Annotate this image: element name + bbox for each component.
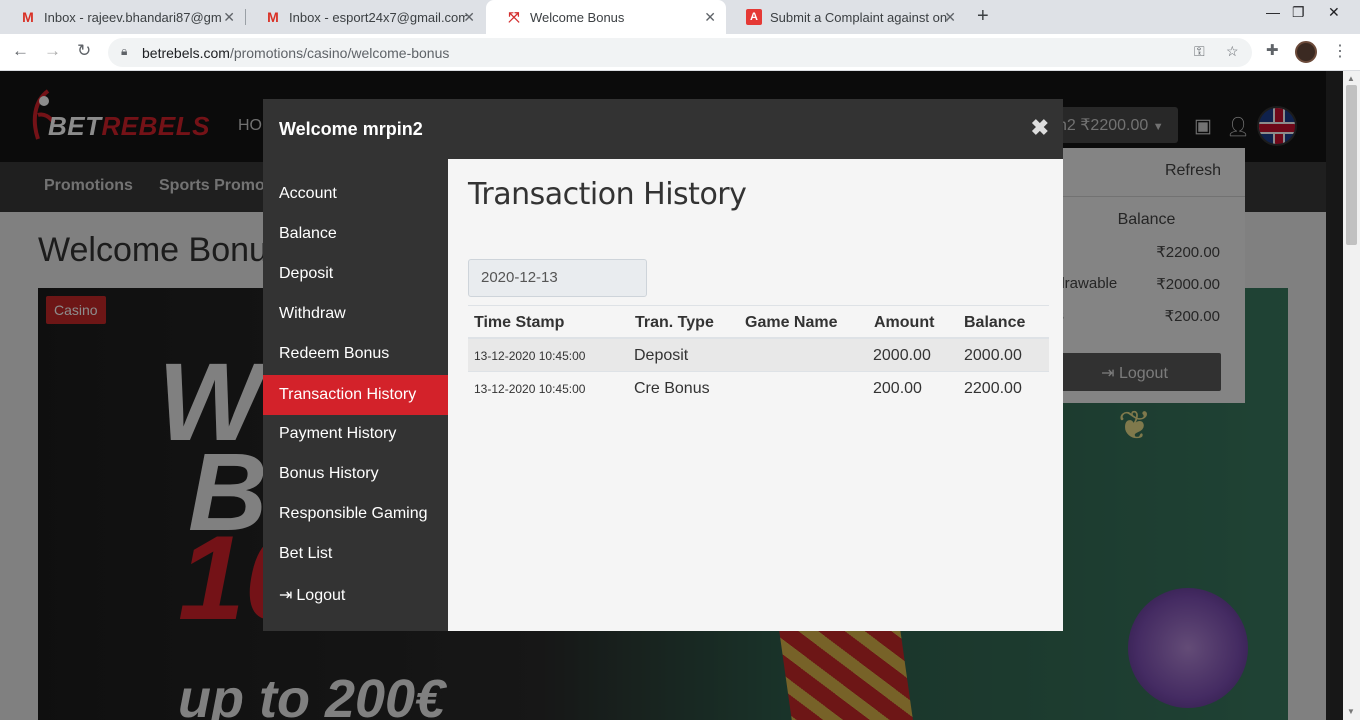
url-path: /promotions/casino/welcome-bonus <box>229 45 450 61</box>
menu-item-bet-list[interactable]: Bet List <box>263 534 448 574</box>
menu-item-withdraw[interactable]: Withdraw <box>263 294 448 334</box>
column-header: Amount <box>874 314 935 331</box>
cell-balance: 2200.00 <box>964 380 1022 397</box>
menu-item-logout[interactable]: ⇥ Logout <box>263 574 448 614</box>
tab-title: Inbox - esport24x7@gmail.com - Gmail <box>289 9 467 25</box>
gmail-icon: M <box>267 9 279 25</box>
menu-item-transaction-history[interactable]: Transaction History <box>263 375 448 415</box>
tab-title: Welcome Bonus <box>530 9 625 25</box>
column-header: Tran. Type <box>635 314 714 331</box>
browser-tab-welcome-bonus[interactable]: ⤧ Welcome Bonus ✕ <box>486 0 726 34</box>
betrebels-icon: ⤧ <box>508 8 520 25</box>
browser-toolbar: ← → ↻ 🔒︎ betrebels.com/promotions/casino… <box>0 34 1360 71</box>
page-scrollbar[interactable]: ▲ ▼ <box>1343 71 1360 720</box>
modal-content: Transaction History 2020-12-13 Time Stam… <box>448 159 1063 631</box>
table-header: Time Stamp Tran. Type Game Name Amount B… <box>468 305 1049 339</box>
close-icon[interactable]: ✕ <box>463 9 475 26</box>
cell-amount: 200.00 <box>873 380 922 397</box>
column-header: Time Stamp <box>474 314 565 331</box>
reload-icon[interactable]: ↻ <box>77 41 91 61</box>
cell-balance: 2000.00 <box>964 347 1022 364</box>
browser-tab-complaint[interactable]: A Submit a Complaint against online casi… <box>726 0 966 34</box>
column-header: Game Name <box>745 314 838 331</box>
logout-icon: ⇥ <box>279 587 293 604</box>
menu-item-payment-history[interactable]: Payment History <box>263 414 448 454</box>
address-bar[interactable]: 🔒︎ betrebels.com/promotions/casino/welco… <box>108 38 1252 67</box>
scroll-down-icon[interactable]: ▼ <box>1347 707 1355 716</box>
cell-timestamp: 13-12-2020 10:45:00 <box>474 382 586 396</box>
askgamblers-icon: A <box>746 9 762 25</box>
cell-timestamp: 13-12-2020 10:45:00 <box>474 349 586 363</box>
menu-item-label: Logout <box>296 587 346 604</box>
extensions-icon[interactable]: ✚ <box>1266 41 1279 59</box>
scrollbar-thumb[interactable] <box>1346 85 1357 245</box>
column-header: Balance <box>964 314 1026 331</box>
browser-tab-gmail-1[interactable]: M Inbox - rajeev.bhandari87@gmail.com ✕ <box>0 0 245 34</box>
browser-tab-bar: M Inbox - rajeev.bhandari87@gmail.com ✕ … <box>0 0 1360 34</box>
close-icon[interactable]: ✖ <box>1031 115 1049 141</box>
tab-title: Inbox - rajeev.bhandari87@gmail.com <box>44 9 222 25</box>
table-row: 13-12-2020 10:45:00 Cre Bonus 200.00 220… <box>468 372 1049 405</box>
content-title: Transaction History <box>468 177 747 212</box>
modal-title: Welcome mrpin2 <box>279 119 423 139</box>
menu-item-responsible-gaming[interactable]: Responsible Gaming <box>263 494 448 534</box>
menu-item-account[interactable]: Account <box>263 174 448 214</box>
restore-icon[interactable]: ❐ <box>1292 4 1305 21</box>
menu-item-redeem-bonus[interactable]: Redeem Bonus <box>263 334 448 374</box>
cell-type: Deposit <box>634 347 689 364</box>
new-tab-button[interactable]: + <box>977 5 989 28</box>
star-icon[interactable]: ☆ <box>1226 43 1239 60</box>
close-icon[interactable]: ✕ <box>223 9 235 26</box>
gmail-icon: M <box>22 9 34 25</box>
url-host: betrebels.com <box>142 45 230 61</box>
close-icon[interactable]: ✕ <box>944 9 956 26</box>
cell-type: Cre Bonus <box>634 380 710 397</box>
window-close-icon[interactable]: ✕ <box>1328 4 1340 21</box>
menu-kebab-icon[interactable]: ⋮ <box>1332 41 1348 61</box>
lock-icon: 🔒︎ <box>121 44 128 58</box>
url-text[interactable]: betrebels.com/promotions/casino/welcome-… <box>142 45 449 61</box>
menu-item-deposit[interactable]: Deposit <box>263 254 448 294</box>
minimize-icon[interactable]: — <box>1266 4 1280 20</box>
tab-title: Submit a Complaint against online casino <box>770 9 948 25</box>
menu-item-bonus-history[interactable]: Bonus History <box>263 454 448 494</box>
browser-tab-gmail-2[interactable]: M Inbox - esport24x7@gmail.com - Gmail ✕ <box>245 0 485 34</box>
forward-icon[interactable]: → <box>44 41 61 61</box>
menu-item-balance[interactable]: Balance <box>263 214 448 254</box>
key-icon[interactable]: ⚿ <box>1194 43 1205 60</box>
account-modal: Welcome mrpin2 ✖ Account Balance Deposit… <box>263 99 1063 631</box>
back-icon[interactable]: ← <box>12 41 29 61</box>
modal-header: Welcome mrpin2 ✖ <box>263 99 1063 159</box>
profile-avatar[interactable] <box>1295 41 1317 63</box>
close-icon[interactable]: ✕ <box>704 9 716 26</box>
table-row: 13-12-2020 10:45:00 Deposit 2000.00 2000… <box>468 339 1049 372</box>
cell-amount: 2000.00 <box>873 347 931 364</box>
scroll-up-icon[interactable]: ▲ <box>1347 74 1355 83</box>
date-field[interactable]: 2020-12-13 <box>468 259 647 297</box>
